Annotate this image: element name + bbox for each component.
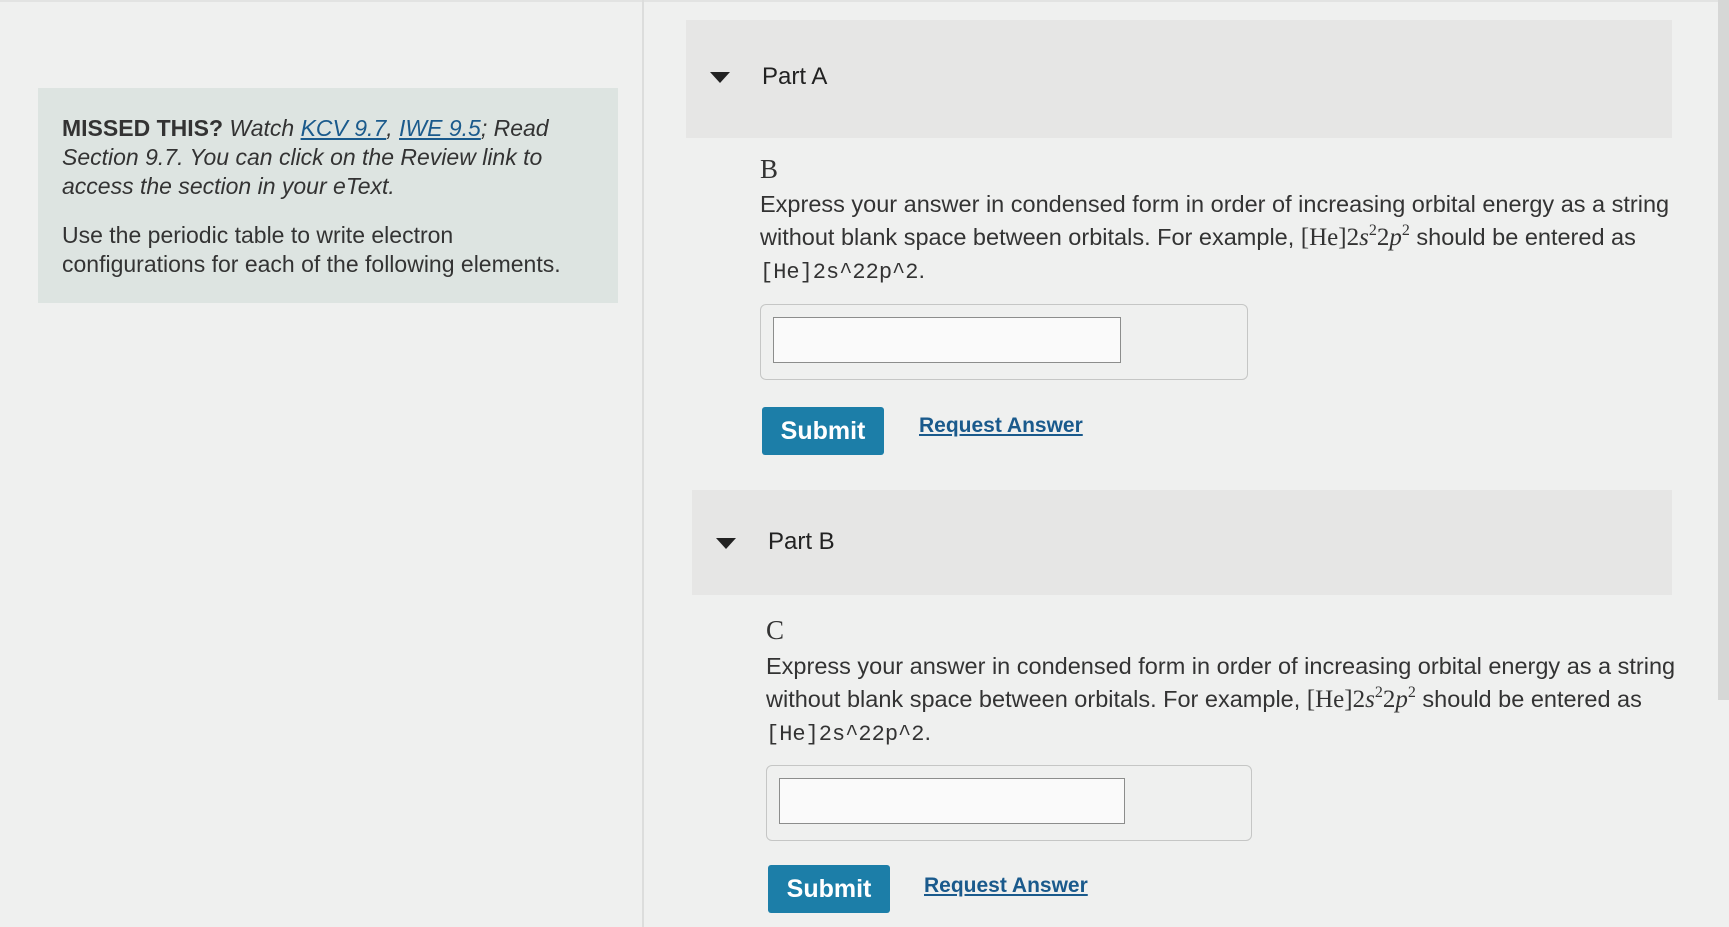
instr-end: .	[924, 719, 931, 745]
hint-paragraph: MISSED THIS? Watch KCV 9.7, IWE 9.5; Rea…	[62, 114, 594, 201]
page: MISSED THIS? Watch KCV 9.7, IWE 9.5; Rea…	[0, 0, 1729, 927]
part-a-instructions: Express your answer in condensed form in…	[760, 188, 1690, 289]
example-input: [He]2s^22p^2	[760, 260, 919, 285]
top-divider	[0, 0, 1729, 2]
part-a-submit-button[interactable]: Submit	[762, 407, 884, 455]
link-separator: ,	[386, 115, 393, 141]
part-b-submit-button[interactable]: Submit	[768, 865, 890, 913]
hint-box: MISSED THIS? Watch KCV 9.7, IWE 9.5; Rea…	[38, 88, 618, 303]
instr-end: .	[918, 257, 925, 283]
part-b-request-answer-link[interactable]: Request Answer	[924, 874, 1088, 898]
watch-text: Watch	[229, 115, 295, 141]
column-divider	[642, 0, 644, 927]
part-a-answer-input[interactable]	[773, 317, 1121, 363]
part-b-title: Part B	[768, 528, 835, 555]
iwe-link[interactable]: IWE 9.5	[399, 115, 481, 141]
instr-mid: should be entered as	[1416, 224, 1636, 250]
part-a-header[interactable]: Part A	[686, 20, 1672, 138]
scrollbar-track[interactable]	[1718, 0, 1729, 700]
part-a-element: B	[760, 154, 779, 184]
kcv-link[interactable]: KCV 9.7	[301, 115, 387, 141]
part-a-title: Part A	[762, 63, 828, 90]
part-a-request-answer-link[interactable]: Request Answer	[919, 414, 1083, 438]
hint-instruction: Use the periodic table to write electron…	[62, 222, 561, 277]
part-b-header[interactable]: Part B	[692, 490, 1672, 595]
part-b-answer-input[interactable]	[779, 778, 1125, 824]
example-math: [He]2s22p2	[1300, 222, 1410, 252]
example-input: [He]2s^22p^2	[766, 722, 925, 747]
missed-this-label: MISSED THIS?	[62, 115, 224, 141]
collapse-caret-icon[interactable]	[716, 538, 736, 549]
example-math: [He]2s22p2	[1306, 684, 1416, 714]
collapse-caret-icon[interactable]	[710, 72, 730, 83]
part-b-element: C	[766, 615, 785, 645]
instr-mid: should be entered as	[1422, 686, 1642, 712]
part-b-instructions: Express your answer in condensed form in…	[766, 650, 1696, 751]
